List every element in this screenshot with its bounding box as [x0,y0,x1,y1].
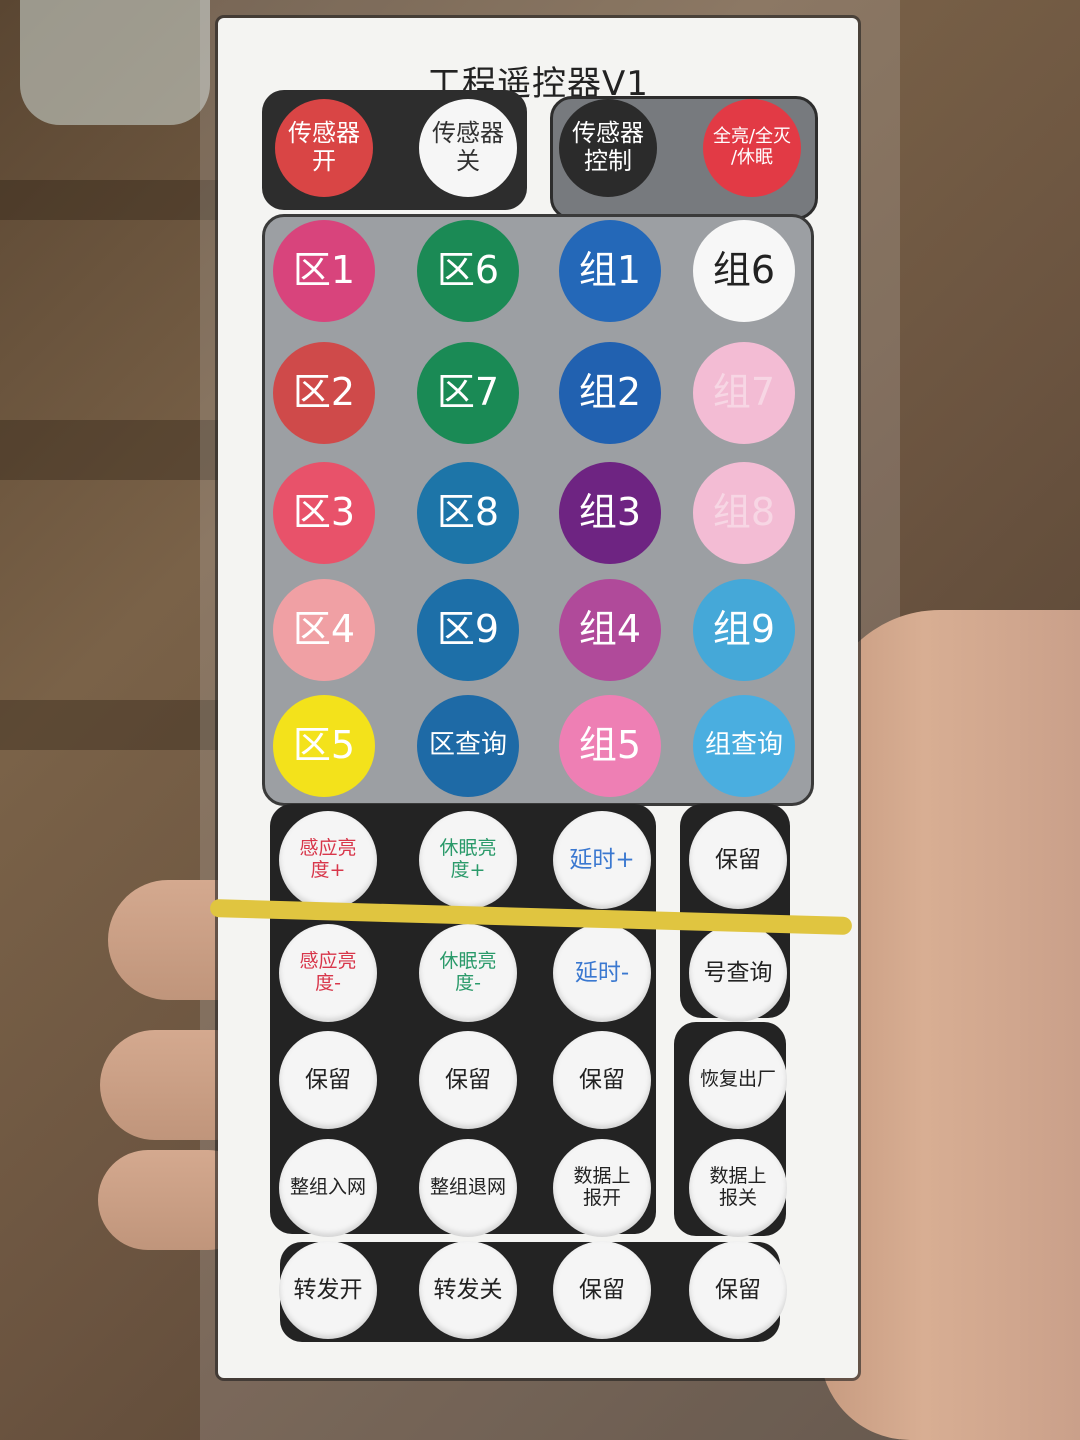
remote-button[interactable]: 组6 [693,220,795,322]
remote-button[interactable]: 感应亮 度- [279,924,377,1022]
remote-button[interactable]: 组9 [693,579,795,681]
remote-button[interactable]: 号查询 [689,924,787,1022]
remote-button[interactable]: 区7 [417,342,519,444]
remote-button[interactable]: 组4 [559,579,661,681]
remote-button[interactable]: 组5 [559,695,661,797]
remote-button[interactable]: 组8 [693,462,795,564]
remote-button[interactable]: 区2 [273,342,375,444]
remote-button[interactable]: 组2 [559,342,661,444]
remote-button[interactable]: 转发开 [279,1241,377,1339]
remote-button[interactable]: 保留 [689,811,787,909]
remote-button[interactable]: 区8 [417,462,519,564]
remote-button[interactable]: 传感器 开 [275,99,373,197]
remote-button[interactable]: 传感器 关 [419,99,517,197]
hand [820,610,1080,1440]
remote-button[interactable]: 组3 [559,462,661,564]
remote-button[interactable]: 整组退网 [419,1139,517,1237]
remote-button[interactable]: 区6 [417,220,519,322]
remote-button[interactable]: 数据上 报关 [689,1139,787,1237]
remote-button[interactable]: 感应亮 度+ [279,811,377,909]
remote-button[interactable]: 休眠亮 度+ [419,811,517,909]
remote-button[interactable]: 区1 [273,220,375,322]
remote-button[interactable]: 休眠亮 度- [419,924,517,1022]
remote-button[interactable]: 延时- [553,924,651,1022]
remote-button[interactable]: 保留 [553,1241,651,1339]
photo-scene: 工程遥控器V1 传感器 开传感器 关传感器 控制 全亮/全灭 /休眠 区1 区6 组1 组… [0,0,1080,1440]
drinking-glass [20,0,210,125]
remote-button[interactable]: 保留 [279,1031,377,1129]
remote-button[interactable]: 组1 [559,220,661,322]
remote-button[interactable]: 区9 [417,579,519,681]
remote-button[interactable]: 组查询 [693,695,795,797]
remote-button[interactable]: 保留 [689,1241,787,1339]
remote-button[interactable]: 延时+ [553,811,651,909]
remote-button[interactable]: 保留 [553,1031,651,1129]
remote-button[interactable]: 区3 [273,462,375,564]
remote-button[interactable]: 恢复出厂 [689,1031,787,1129]
remote-button[interactable]: 区4 [273,579,375,681]
remote-button[interactable]: 转发关 [419,1241,517,1339]
remote-button[interactable]: 组7 [693,342,795,444]
remote-button[interactable]: 全亮/全灭 /休眠 [703,99,801,197]
remote-button[interactable]: 数据上 报开 [553,1139,651,1237]
remote-button[interactable]: 传感器 控制 [559,99,657,197]
remote-button[interactable]: 区查询 [417,695,519,797]
remote-control: 工程遥控器V1 传感器 开传感器 关传感器 控制 全亮/全灭 /休眠 区1 区6 组1 组… [218,18,858,1378]
remote-button[interactable]: 保留 [419,1031,517,1129]
remote-button[interactable]: 区5 [273,695,375,797]
remote-button[interactable]: 整组入网 [279,1139,377,1237]
